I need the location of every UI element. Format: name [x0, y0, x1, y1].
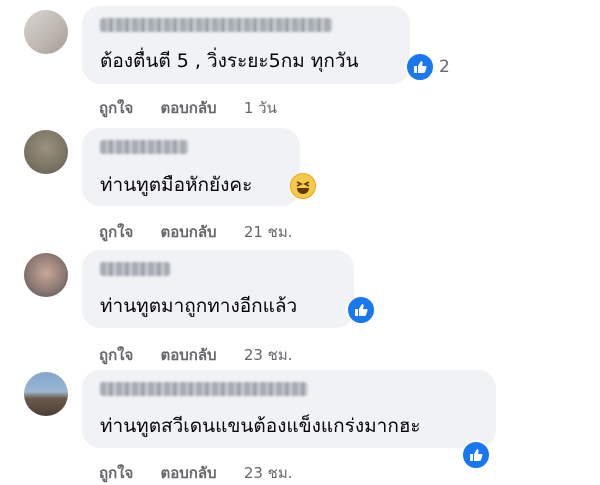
- comment-actions: ถูกใจ ตอบกลับ 21 ชม.: [99, 220, 293, 244]
- reply-button[interactable]: ตอบกลับ: [161, 96, 217, 120]
- timestamp[interactable]: 1 วัน: [244, 96, 277, 120]
- avatar[interactable]: [24, 10, 68, 54]
- comment-bubble: ท่านทูตมือหักยังคะ: [82, 128, 300, 206]
- reply-button[interactable]: ตอบกลับ: [161, 461, 217, 485]
- commenter-name-blurred[interactable]: [100, 262, 170, 276]
- like-button[interactable]: ถูกใจ: [99, 343, 133, 367]
- comment-actions: ถูกใจ ตอบกลับ 1 วัน: [99, 96, 277, 120]
- avatar[interactable]: [24, 372, 68, 416]
- comment-actions: ถูกใจ ตอบกลับ 23 ชม.: [99, 461, 293, 485]
- reply-button[interactable]: ตอบกลับ: [161, 220, 217, 244]
- commenter-name-blurred[interactable]: [100, 18, 332, 32]
- like-button[interactable]: ถูกใจ: [99, 96, 133, 120]
- timestamp[interactable]: 23 ชม.: [244, 461, 293, 485]
- comment-bubble: ต้องตื่นตี 5 , วิ่งระยะ5กม ทุกวัน: [82, 6, 410, 84]
- like-button[interactable]: ถูกใจ: [99, 220, 133, 244]
- commenter-name-blurred[interactable]: [100, 382, 308, 396]
- timestamp[interactable]: 23 ชม.: [244, 343, 293, 367]
- reaction-count[interactable]: 2: [439, 57, 450, 77]
- comment-text: ท่านทูตมาถูกทางอีกแล้ว: [100, 295, 298, 317]
- comment-bubble: ท่านทูตมาถูกทางอีกแล้ว: [82, 250, 354, 328]
- comment-text: ต้องตื่นตี 5 , วิ่งระยะ5กม ทุกวัน: [100, 50, 359, 72]
- commenter-name-blurred[interactable]: [100, 140, 188, 154]
- avatar[interactable]: [24, 130, 68, 174]
- avatar[interactable]: [24, 253, 68, 297]
- like-icon[interactable]: [346, 295, 376, 325]
- haha-emoji-icon[interactable]: [290, 173, 316, 199]
- comment-actions: ถูกใจ ตอบกลับ 23 ชม.: [99, 343, 293, 367]
- comment-text: ท่านทูตสวีเดนแขนต้องแข็งแกร่งมากฮะ: [100, 415, 421, 437]
- comment-bubble: ท่านทูตสวีเดนแขนต้องแข็งแกร่งมากฮะ: [82, 370, 496, 448]
- timestamp[interactable]: 21 ชม.: [244, 220, 293, 244]
- like-button[interactable]: ถูกใจ: [99, 461, 133, 485]
- comment-text: ท่านทูตมือหักยังคะ: [100, 174, 253, 196]
- reply-button[interactable]: ตอบกลับ: [161, 343, 217, 367]
- like-icon[interactable]: [461, 440, 491, 470]
- like-icon[interactable]: [405, 52, 435, 82]
